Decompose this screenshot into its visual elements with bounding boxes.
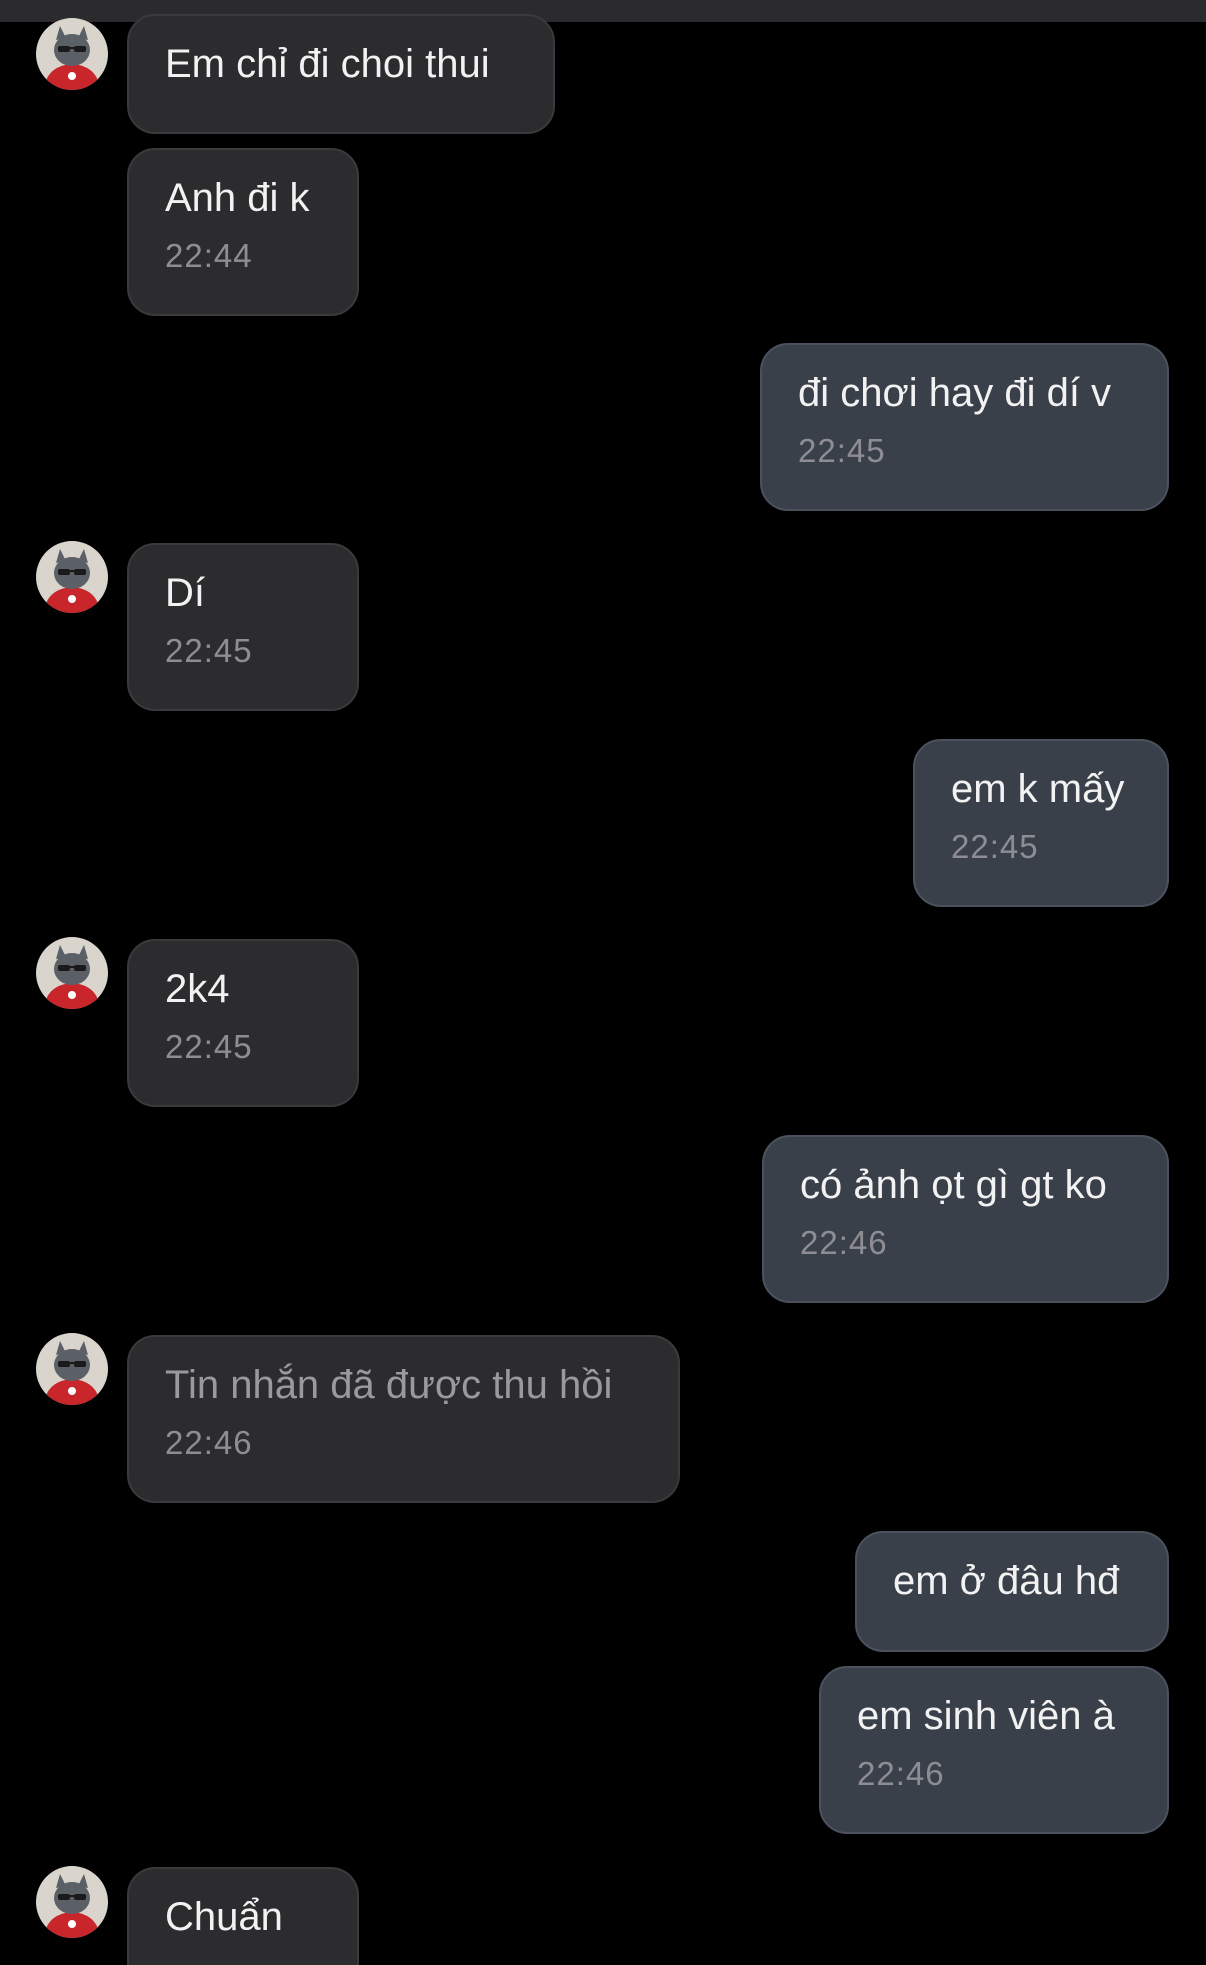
message-bubble-outgoing[interactable]: có ảnh ọt gì gt ko 22:46 (762, 1135, 1169, 1303)
message-timestamp: 22:45 (951, 828, 1039, 865)
message-text: Em chỉ đi choi thui (165, 42, 490, 86)
contact-avatar-icon[interactable] (36, 1333, 108, 1405)
message-text: em sinh viên à (857, 1694, 1115, 1738)
message-bubble-incoming-recalled[interactable]: Tin nhắn đã được thu hồi 22:46 (127, 1335, 680, 1503)
message-text: em ở đâu hđ (893, 1559, 1120, 1603)
contact-avatar-icon[interactable] (36, 541, 108, 613)
message-bubble-outgoing[interactable]: em sinh viên à 22:46 (819, 1666, 1169, 1834)
contact-avatar-icon[interactable] (36, 1866, 108, 1938)
message-timestamp: 22:45 (798, 432, 886, 469)
message-text: Dí (165, 571, 205, 615)
message-bubble-incoming[interactable]: Chuẩn (127, 1867, 359, 1965)
contact-avatar-icon[interactable] (36, 937, 108, 1009)
message-text: 2k4 (165, 967, 230, 1011)
message-bubble-incoming[interactable]: Dí 22:45 (127, 543, 359, 711)
message-timestamp: 22:46 (800, 1224, 888, 1261)
message-timestamp: 22:46 (857, 1755, 945, 1792)
message-text: Anh đi k (165, 176, 310, 220)
message-bubble-incoming[interactable]: Anh đi k 22:44 (127, 148, 359, 316)
message-text: có ảnh ọt gì gt ko (800, 1163, 1107, 1207)
message-bubble-outgoing[interactable]: em k mấy 22:45 (913, 739, 1169, 907)
recalled-message-text: Tin nhắn đã được thu hồi (165, 1363, 613, 1407)
message-bubble-outgoing[interactable]: đi chơi hay đi dí v 22:45 (760, 343, 1169, 511)
message-bubble-outgoing[interactable]: em ở đâu hđ (855, 1531, 1169, 1652)
message-text: Chuẩn (165, 1895, 283, 1939)
message-text: em k mấy (951, 767, 1125, 811)
message-bubble-incoming[interactable]: 2k4 22:45 (127, 939, 359, 1107)
message-timestamp: 22:45 (165, 632, 253, 669)
contact-avatar-icon[interactable] (36, 18, 108, 90)
message-timestamp: 22:46 (165, 1424, 253, 1461)
message-timestamp: 22:45 (165, 1028, 253, 1065)
message-bubble-incoming[interactable]: Em chỉ đi choi thui (127, 14, 555, 134)
message-timestamp: 22:44 (165, 237, 253, 274)
message-text: đi chơi hay đi dí v (798, 371, 1112, 415)
